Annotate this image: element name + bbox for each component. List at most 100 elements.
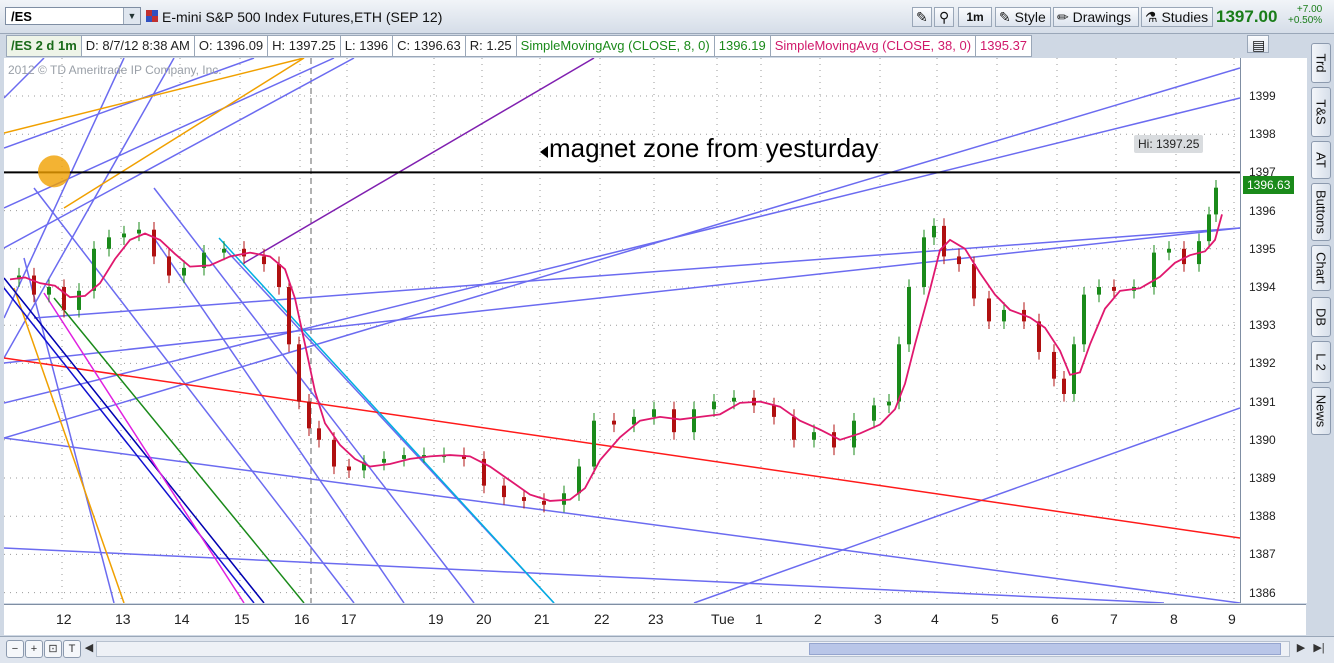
trend-line	[4, 58, 175, 359]
trend-line	[4, 357, 1240, 539]
side-tab[interactable]: Chart	[1311, 245, 1331, 291]
sma-fast-value: 1396.19	[713, 35, 771, 57]
time-scrollbar[interactable]	[96, 641, 1290, 657]
price-bar	[92, 248, 96, 291]
price-bar	[987, 298, 991, 322]
zoom-out-icon[interactable]: −	[6, 640, 24, 658]
price-bar	[382, 458, 386, 463]
side-tab[interactable]: AT	[1311, 141, 1331, 179]
symbol-input-value: /ES	[11, 9, 32, 24]
settings-icon[interactable]: ✎	[912, 7, 932, 27]
price-bar	[137, 229, 141, 234]
price-bar	[907, 287, 911, 345]
scroll-right-icon[interactable]: ▶	[1292, 640, 1310, 658]
time-tick: 16	[294, 611, 310, 627]
price-bar	[542, 500, 546, 505]
price-bar	[277, 264, 281, 287]
price-bar	[167, 256, 171, 276]
time-tick: 12	[56, 611, 72, 627]
trend-line	[4, 58, 125, 319]
price-bar	[297, 344, 301, 402]
symbol-input[interactable]: /ES ▼	[5, 7, 141, 25]
last-price: 1397.00	[1216, 7, 1278, 26]
time-tick: 13	[115, 611, 131, 627]
side-tab-label: DB	[1313, 307, 1329, 327]
price-bar	[1214, 187, 1218, 215]
price-axis[interactable]: 1399 1398 1397 1396 1395 1394 1393 1392 1391 1390…	[1240, 58, 1307, 603]
price-bar	[1002, 309, 1006, 322]
high-label: Hi: 1397.25	[1134, 135, 1204, 153]
price-bar	[897, 344, 901, 402]
side-tab[interactable]: Trd	[1311, 43, 1331, 83]
time-tick: 20	[476, 611, 492, 627]
zoom-in-icon[interactable]: +	[25, 640, 43, 658]
time-tick: 15	[234, 611, 250, 627]
price-bar	[592, 420, 596, 467]
zoom-fit-icon[interactable]: ⊡	[44, 640, 62, 658]
magnet-zone-annotation[interactable]: magnet zone from yesturday	[549, 133, 879, 164]
bar-range: R: 1.25	[464, 35, 517, 57]
time-tick: 2	[814, 611, 822, 627]
chevron-down-icon[interactable]: ▼	[123, 8, 140, 24]
price-bar	[692, 409, 696, 433]
side-tab[interactable]: DB	[1311, 297, 1331, 337]
price-bar	[1112, 287, 1116, 291]
drawing-tool-icon[interactable]: T	[63, 640, 81, 658]
price-tick: 1398	[1249, 127, 1276, 142]
price-bar	[1072, 344, 1076, 394]
bar-date: D: 8/7/12 8:38 AM	[80, 35, 195, 57]
price-bar	[562, 493, 566, 505]
interval-button[interactable]: 1m	[958, 7, 992, 27]
time-tick: 21	[534, 611, 550, 627]
price-bar	[712, 401, 716, 410]
price-tick: 1393	[1249, 318, 1276, 333]
chart-settings-icon[interactable]: ▤	[1247, 35, 1269, 53]
price-bar	[922, 237, 926, 287]
price-bar	[222, 248, 226, 253]
chart-toolbar: /ES ▼ E-mini S&P 500 Index Futures,ETH (…	[0, 0, 1334, 34]
price-tick: 1396	[1249, 203, 1276, 218]
style-button[interactable]: ✎ Style	[995, 7, 1051, 27]
price-bar	[942, 225, 946, 257]
side-tab[interactable]: Buttons	[1311, 183, 1331, 241]
price-bar	[262, 256, 266, 265]
scroll-end-icon[interactable]: ▶|	[1310, 640, 1328, 658]
price-chart[interactable]: 2012 © TD Ameritrade IP Company, Inc. ma…	[4, 58, 1240, 603]
drawings-button[interactable]: ✏ Drawings	[1053, 7, 1139, 27]
chart-info-bar: /ES 2 d 1m D: 8/7/12 8:38 AM O: 1396.09 H: …	[6, 35, 1033, 57]
time-axis[interactable]: 12 13 14 15 16 17 19 20 21 22 23 Tue 1 2 3 4 5 6 7 8 9	[4, 604, 1306, 635]
sma-fast-label[interactable]: SimpleMovingAvg (CLOSE, 8, 0)	[515, 35, 715, 57]
price-bar	[1167, 248, 1171, 253]
copyright-text: 2012 © TD Ameritrade IP Company, Inc.	[8, 63, 222, 77]
price-tick: 1399	[1249, 89, 1276, 103]
sma-slow-label[interactable]: SimpleMovingAvg (CLOSE, 38, 0)	[769, 35, 977, 57]
studies-button[interactable]: ⚗ Studies	[1141, 7, 1213, 27]
trend-line	[33, 187, 355, 603]
price-tick: 1392	[1249, 356, 1276, 371]
trend-line	[13, 287, 125, 603]
side-tab[interactable]: T&S	[1311, 87, 1331, 137]
side-tab[interactable]: L 2	[1311, 341, 1331, 383]
studies-icon: ⚗	[1145, 9, 1158, 25]
side-tab[interactable]: News	[1311, 387, 1331, 435]
price-bar	[522, 497, 526, 501]
bar-close: C: 1396.63	[392, 35, 466, 57]
symbol-timeframe[interactable]: /ES 2 d 1m	[6, 35, 82, 57]
time-tick: Tue	[711, 611, 735, 627]
time-scrollbar-thumb[interactable]	[809, 643, 1281, 655]
price-bar	[612, 420, 616, 425]
drawings-label: Drawings	[1072, 9, 1131, 25]
price-bar	[47, 287, 51, 295]
time-tick: 22	[594, 611, 610, 627]
price-bar	[887, 401, 891, 406]
sma-slow-value: 1395.37	[975, 35, 1033, 57]
time-tick: 7	[1110, 611, 1118, 627]
price-bar	[107, 237, 111, 249]
price-bar	[77, 290, 81, 310]
price-tick: 1387	[1249, 547, 1276, 562]
link-icon[interactable]: ⚲	[934, 7, 954, 27]
time-tick: 3	[874, 611, 882, 627]
bar-open: O: 1396.09	[193, 35, 269, 57]
price-bar	[1082, 294, 1086, 345]
time-tick: 5	[991, 611, 999, 627]
